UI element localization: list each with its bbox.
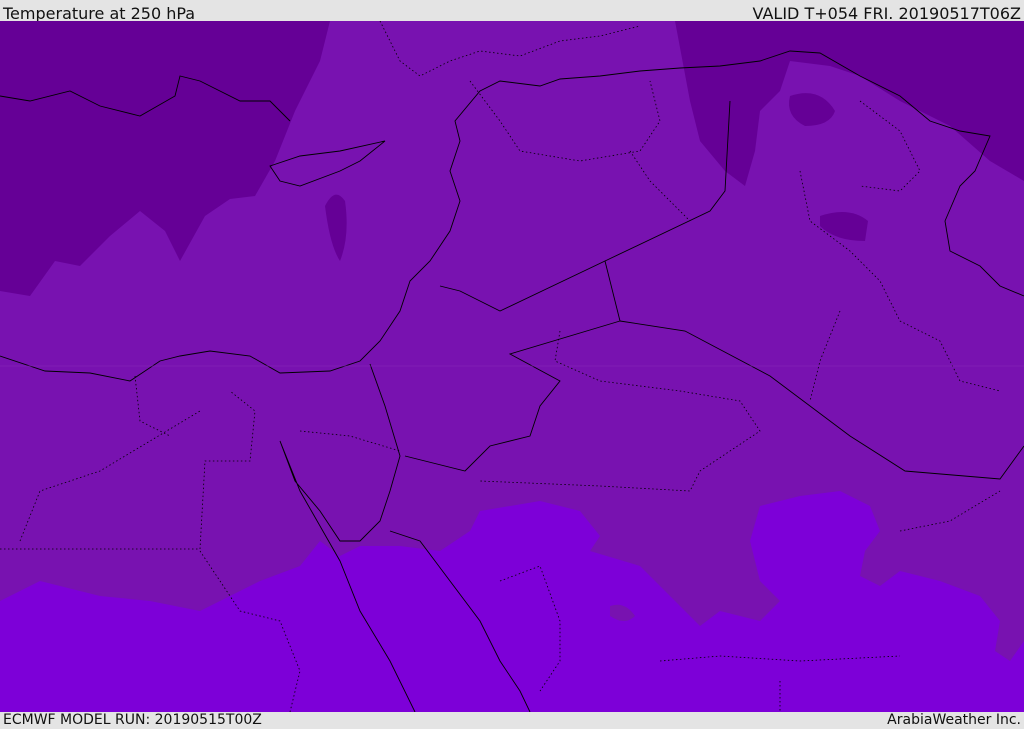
model-run: ECMWF MODEL RUN: 20190515T00Z bbox=[3, 712, 262, 728]
temperature-map bbox=[0, 21, 1024, 712]
credit: ArabiaWeather Inc. bbox=[887, 712, 1021, 728]
weather-map-view: Temperature at 250 hPa VALID T+054 FRI. … bbox=[0, 0, 1024, 729]
